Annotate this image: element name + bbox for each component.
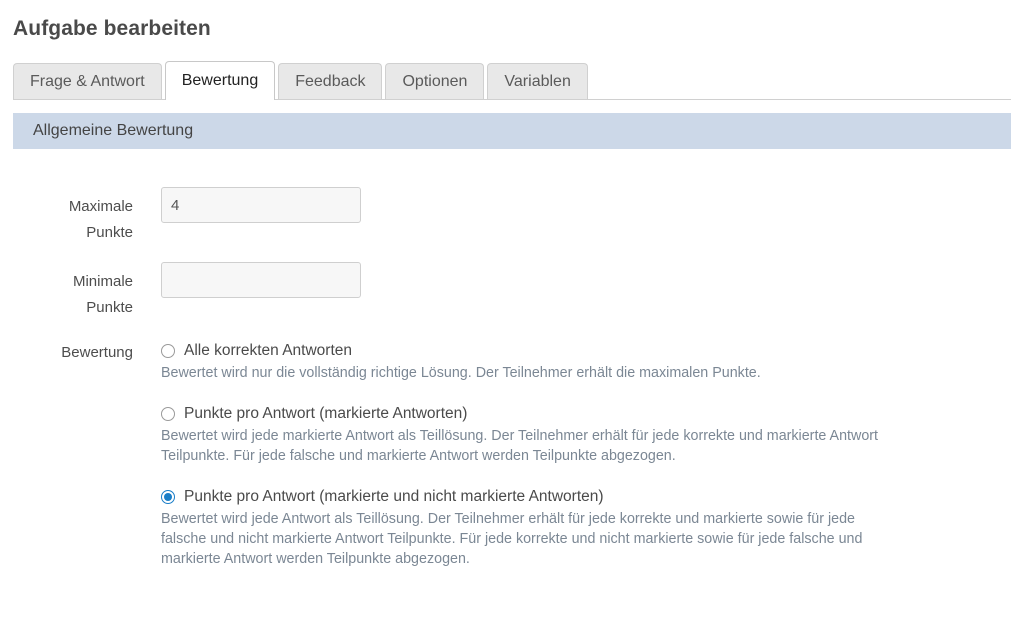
scoring-option-per-answer-marked-row[interactable]: Punkte pro Antwort (markierte Antworten) xyxy=(161,403,901,424)
label-line-2: Punkte xyxy=(86,299,133,316)
tab-feedback[interactable]: Feedback xyxy=(278,63,383,99)
edit-task-page: Aufgabe bearbeiten Frage & Antwort Bewer… xyxy=(0,0,1024,640)
tab-label: Optionen xyxy=(402,72,468,90)
tab-optionen[interactable]: Optionen xyxy=(385,63,485,99)
radio-button-icon-selected[interactable] xyxy=(161,490,175,504)
label-line-1: Maximale xyxy=(68,198,133,215)
scoring-radio-group: Alle korrekten Antworten Bewertet wird n… xyxy=(161,340,901,569)
scoring-option-all-correct-row[interactable]: Alle korrekten Antworten xyxy=(161,340,901,361)
tab-bewertung[interactable]: Bewertung xyxy=(164,61,276,100)
scoring-option-description: Bewertet wird jede Antwort als Teillösun… xyxy=(161,511,863,567)
section-header-allgemeine-bewertung: Allgemeine Bewertung xyxy=(13,113,1011,149)
label-scoring-group: Bewertung xyxy=(61,344,133,361)
tab-variablen[interactable]: Variablen xyxy=(487,63,588,99)
label-line-1: Minimale xyxy=(72,273,133,290)
radio-button-icon[interactable] xyxy=(161,344,175,358)
page-title: Aufgabe bearbeiten xyxy=(13,17,211,41)
tab-label: Feedback xyxy=(295,72,366,90)
label-line-2: Punkte xyxy=(86,224,133,241)
scoring-option-description: Bewertet wird jede markierte Antwort als… xyxy=(161,428,879,464)
radio-button-icon[interactable] xyxy=(161,407,175,421)
scoring-option-label: Alle korrekten Antworten xyxy=(184,342,353,359)
section-header-label: Allgemeine Bewertung xyxy=(33,122,194,139)
scoring-option-label: Punkte pro Antwort (markierte und nicht … xyxy=(184,488,604,505)
tab-label: Frage & Antwort xyxy=(30,72,145,90)
scoring-option-per-answer-marked: Punkte pro Antwort (markierte Antworten)… xyxy=(161,403,901,466)
max-points-input[interactable] xyxy=(161,187,361,223)
scoring-option-label: Punkte pro Antwort (markierte Antworten) xyxy=(184,405,468,422)
label-min-points: Minimale Punkte xyxy=(23,269,133,321)
scoring-option-description: Bewertet wird nur die vollständig richti… xyxy=(161,365,761,381)
scoring-option-all-correct: Alle korrekten Antworten Bewertet wird n… xyxy=(161,340,901,383)
tab-bar: Frage & Antwort Bewertung Feedback Optio… xyxy=(13,61,1011,100)
tab-label: Variablen xyxy=(504,72,571,90)
tab-label: Bewertung xyxy=(181,72,259,89)
tab-frage-antwort[interactable]: Frage & Antwort xyxy=(13,63,162,99)
scoring-option-per-answer-marked-unmarked-row[interactable]: Punkte pro Antwort (markierte und nicht … xyxy=(161,486,901,507)
label-max-points: Maximale Punkte xyxy=(23,194,133,246)
min-points-input[interactable] xyxy=(161,262,361,298)
scoring-option-per-answer-marked-unmarked: Punkte pro Antwort (markierte und nicht … xyxy=(161,486,901,569)
